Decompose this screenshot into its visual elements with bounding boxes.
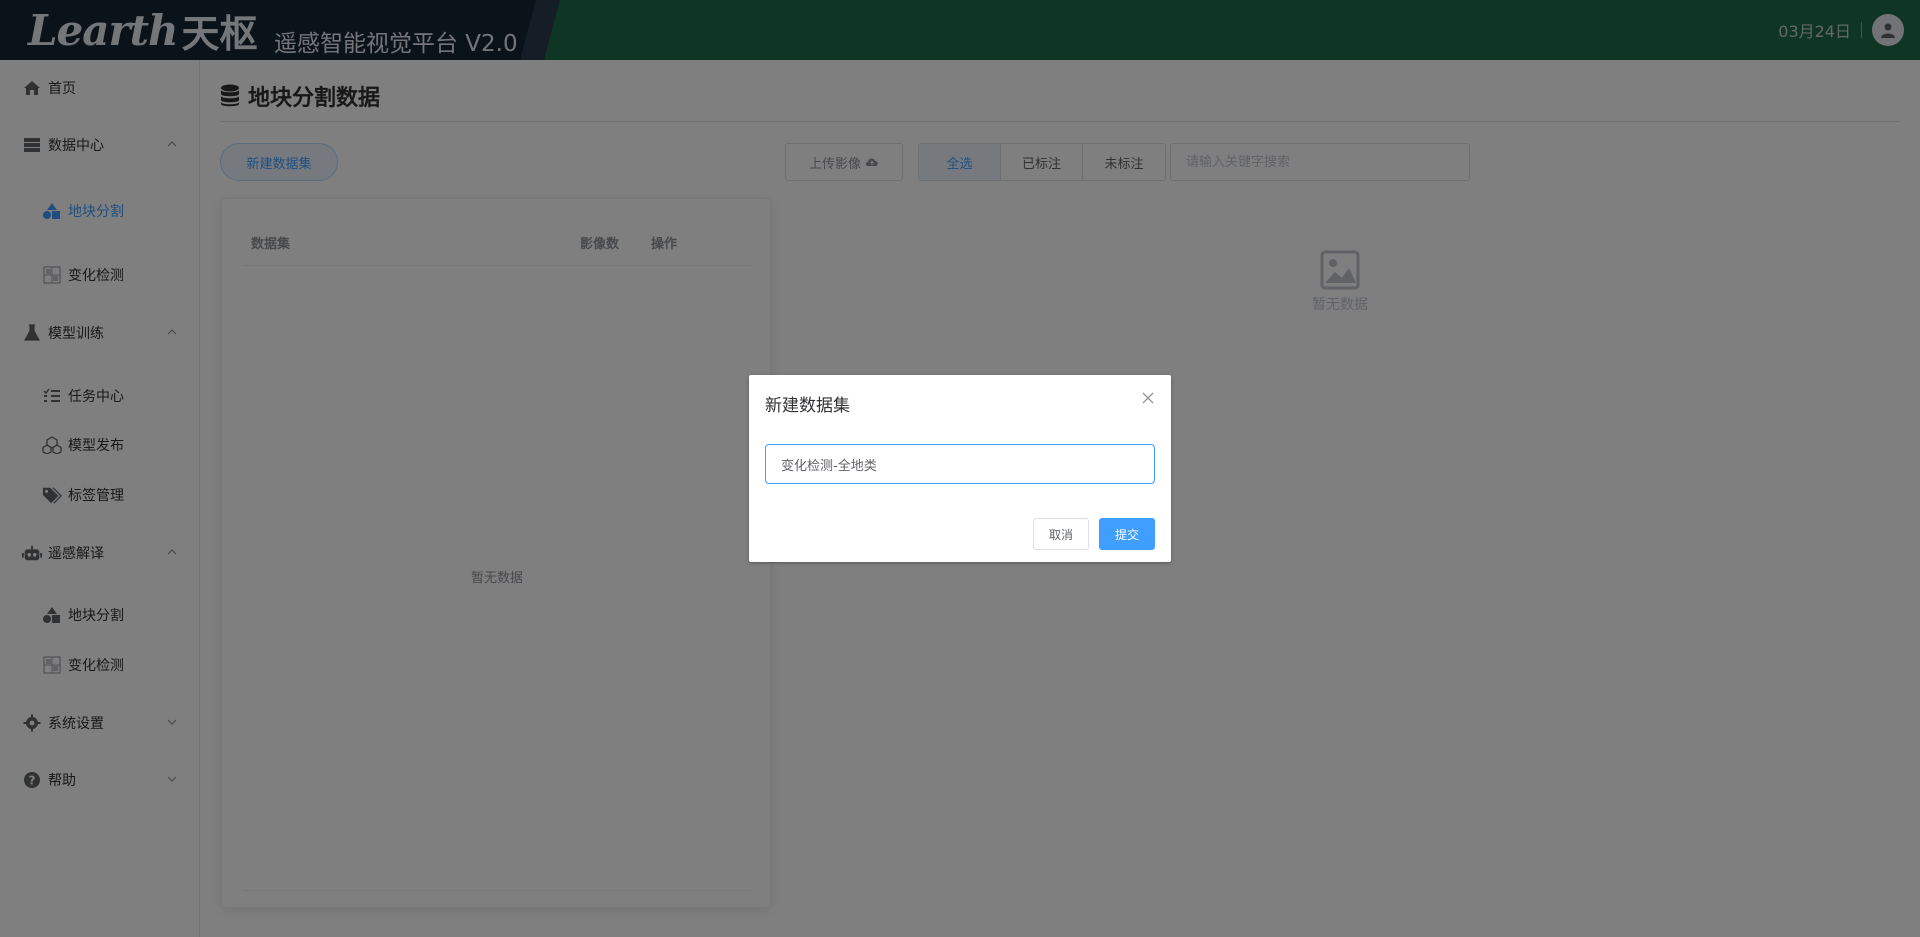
close-icon[interactable] <box>1141 391 1155 405</box>
dataset-name-input[interactable] <box>765 444 1155 484</box>
submit-button[interactable]: 提交 <box>1099 518 1155 550</box>
dialog-title: 新建数据集 <box>765 396 850 416</box>
cancel-button[interactable]: 取消 <box>1033 518 1089 550</box>
new-dataset-dialog: 新建数据集 取消 提交 <box>749 375 1171 562</box>
